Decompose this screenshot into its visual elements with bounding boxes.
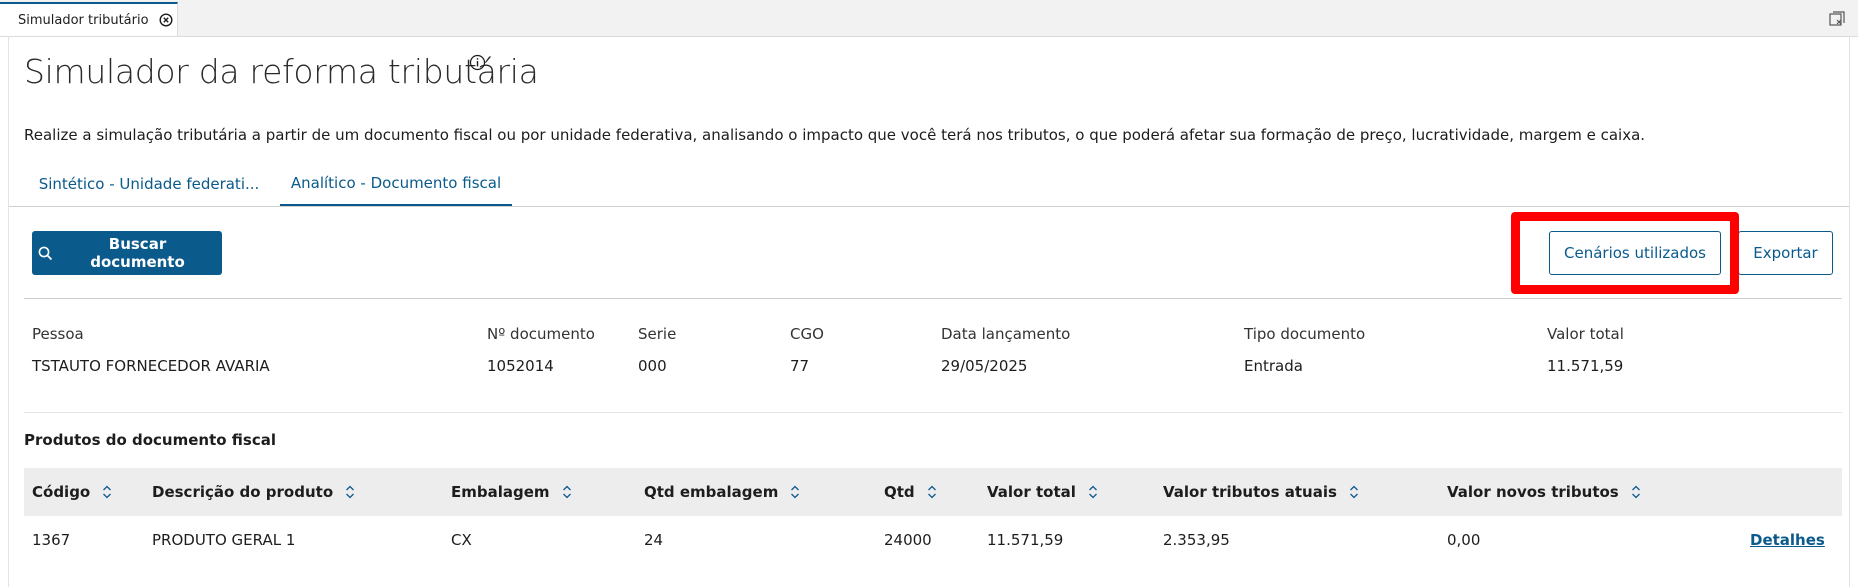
sort-icon xyxy=(1088,485,1097,499)
field-value: 1052014 xyxy=(487,357,554,375)
field-label: Valor total xyxy=(1547,325,1624,343)
page-description: Realize a simulação tributária a partir … xyxy=(24,126,1646,144)
field-label: CGO xyxy=(790,325,824,343)
cell-descricao: PRODUTO GERAL 1 xyxy=(152,531,296,549)
toolbar-divider xyxy=(24,298,1842,299)
table-row: 1367 PRODUTO GERAL 1 CX 24 24000 11.571,… xyxy=(24,516,1842,564)
tab-simulador-tributario[interactable]: Simulador tributário xyxy=(0,2,178,36)
tab-label: Simulador tributário xyxy=(18,12,149,28)
cell-codigo: 1367 xyxy=(32,531,71,549)
field-value: 000 xyxy=(638,357,667,375)
field-numero-documento: Nº documento 1052014 xyxy=(487,325,595,375)
search-document-label: Buscar documento xyxy=(90,235,185,271)
document-summary: Pessoa TSTAUTO FORNECEDOR AVARIA Nº docu… xyxy=(0,325,1858,385)
field-label: Pessoa xyxy=(32,325,84,343)
export-button[interactable]: Exportar xyxy=(1738,231,1833,275)
column-header-qtd-embalagem[interactable]: Qtd embalagem xyxy=(644,468,800,516)
products-table-header: Código Descrição do produto Embalagem Qt… xyxy=(24,468,1842,516)
column-header-descricao[interactable]: Descrição do produto xyxy=(152,468,355,516)
field-data-lancamento: Data lançamento 29/05/2025 xyxy=(941,325,1070,375)
cell-valor-novos-tributos: 0,00 xyxy=(1447,531,1481,549)
field-cgo: CGO 77 xyxy=(790,325,824,375)
search-icon xyxy=(38,246,53,260)
field-valor-total: Valor total 11.571,59 xyxy=(1547,325,1624,375)
document-tab-strip: Simulador tributário xyxy=(0,0,1858,37)
field-serie: Serie 000 xyxy=(638,325,676,375)
column-header-qtd[interactable]: Qtd xyxy=(884,468,937,516)
column-header-valor-novos-tributos[interactable]: Valor novos tributos xyxy=(1447,468,1641,516)
field-value: 11.571,59 xyxy=(1547,357,1624,375)
column-header-valor-total[interactable]: Valor total xyxy=(987,468,1098,516)
column-label: Descrição do produto xyxy=(152,483,334,501)
column-label: Embalagem xyxy=(451,483,550,501)
column-label: Qtd xyxy=(884,483,915,501)
field-value: 29/05/2025 xyxy=(941,357,1028,375)
cell-embalagem: CX xyxy=(451,531,472,549)
field-tipo-documento: Tipo documento Entrada xyxy=(1244,325,1365,375)
tab-analitico[interactable]: Analítico - Documento fiscal xyxy=(280,162,512,206)
sort-icon xyxy=(1349,485,1358,499)
column-label: Valor total xyxy=(987,483,1076,501)
column-label: Valor novos tributos xyxy=(1447,483,1619,501)
column-label: Qtd embalagem xyxy=(644,483,779,501)
column-header-embalagem[interactable]: Embalagem xyxy=(451,468,572,516)
column-label: Código xyxy=(32,483,91,501)
sort-icon xyxy=(927,485,936,499)
field-value: TSTAUTO FORNECEDOR AVARIA xyxy=(32,357,270,375)
column-header-valor-tributos-atuais[interactable]: Valor tributos atuais xyxy=(1163,468,1359,516)
frame-right-border xyxy=(1849,36,1850,587)
details-link[interactable]: Detalhes xyxy=(1750,516,1825,564)
section-divider xyxy=(24,412,1842,413)
cell-valor-total: 11.571,59 xyxy=(987,531,1064,549)
field-value: 77 xyxy=(790,357,810,375)
close-icon[interactable] xyxy=(159,13,173,27)
window-list-icon[interactable] xyxy=(1828,10,1846,28)
search-document-button[interactable]: Buscar documento xyxy=(32,231,222,275)
column-label: Valor tributos atuais xyxy=(1163,483,1337,501)
cell-qtd: 24000 xyxy=(884,531,932,549)
scenarios-used-button[interactable]: Cenários utilizados xyxy=(1549,231,1721,275)
field-label: Tipo documento xyxy=(1244,325,1366,343)
sort-icon xyxy=(103,485,112,499)
info-icon[interactable] xyxy=(469,54,486,71)
field-label: Serie xyxy=(638,325,677,343)
cell-valor-tributos-atuais: 2.353,95 xyxy=(1163,531,1230,549)
page-title: Simulador da reforma tributária xyxy=(24,52,539,91)
products-section-title: Produtos do documento fiscal xyxy=(24,431,276,449)
sort-icon xyxy=(346,485,355,499)
field-value: Entrada xyxy=(1244,357,1303,375)
field-label: Data lançamento xyxy=(941,325,1071,343)
cell-qtd-embalagem: 24 xyxy=(644,531,664,549)
sort-icon xyxy=(791,485,800,499)
sort-icon xyxy=(1631,485,1640,499)
sort-icon xyxy=(562,485,571,499)
field-label: Nº documento xyxy=(487,325,595,343)
tab-sintetico[interactable]: Sintético - Unidade federati... xyxy=(24,162,274,206)
field-pessoa: Pessoa TSTAUTO FORNECEDOR AVARIA xyxy=(32,325,270,375)
tabs-divider xyxy=(9,206,1849,207)
frame-left-border xyxy=(8,36,9,587)
column-header-codigo[interactable]: Código xyxy=(32,468,112,516)
